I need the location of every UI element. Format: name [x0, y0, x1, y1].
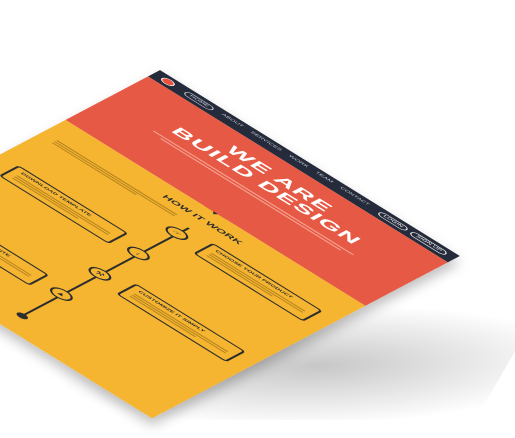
step-title: START YOUR WEBSITE: [0, 214, 11, 258]
step-title: DOWNLOAD TEMPLATE: [19, 172, 93, 218]
step-title: CUSTOMIZE IT SIMPLY: [136, 290, 206, 333]
step-card-start: START YOUR WEBSITE: [0, 207, 50, 286]
step-card-customize: CUSTOMIZE IT SIMPLY: [116, 283, 246, 363]
